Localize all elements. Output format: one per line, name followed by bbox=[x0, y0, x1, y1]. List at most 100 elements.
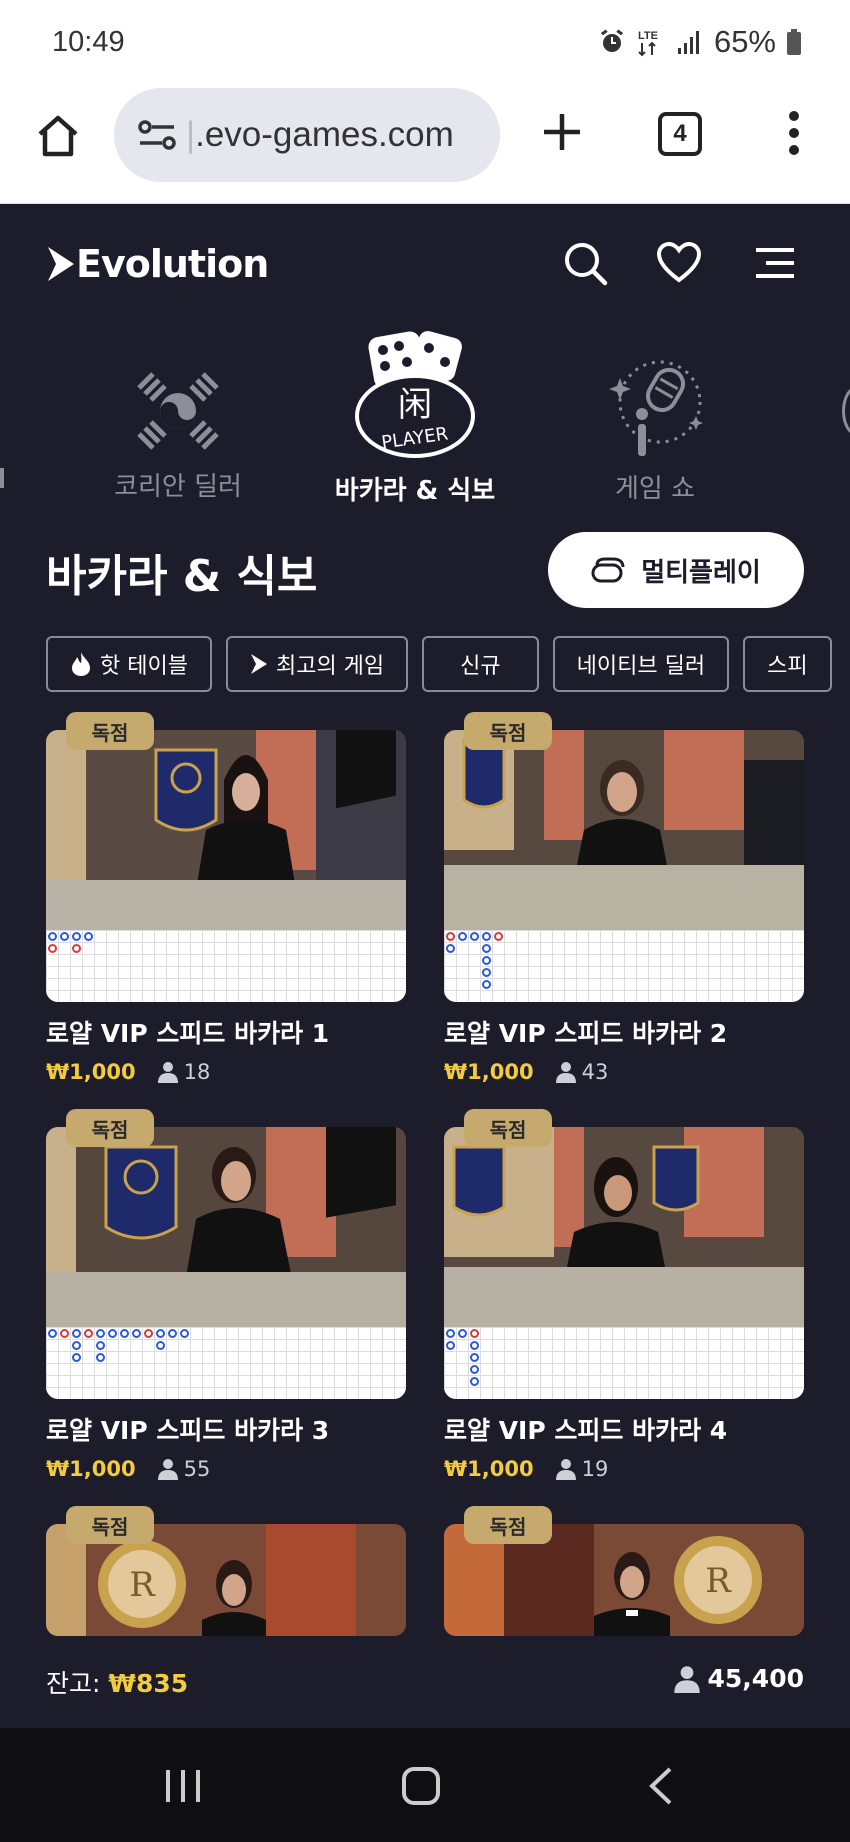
user-icon bbox=[555, 1459, 576, 1480]
back-icon[interactable] bbox=[646, 1766, 676, 1806]
category-carousel[interactable]: 코리안 딜러 闲 PLAYER 바카라 & 식보 게임 쇼 bbox=[0, 320, 850, 508]
category-label: 게임 쇼 bbox=[614, 474, 696, 504]
more-options-icon[interactable] bbox=[786, 110, 802, 156]
evolution-logo[interactable]: Evolution bbox=[46, 242, 269, 286]
next-category-edge bbox=[842, 386, 850, 436]
site-header: Evolution bbox=[0, 204, 850, 320]
dealer-video-image bbox=[444, 730, 804, 930]
baccarat-roadmap bbox=[46, 930, 406, 1002]
svg-text:LTE: LTE bbox=[638, 30, 658, 42]
system-navigation-bar bbox=[0, 1728, 850, 1842]
game-title: 로얄 VIP 스피드 바카라 2 bbox=[444, 1019, 728, 1048]
filter-top-games[interactable]: 최고의 게임 bbox=[225, 636, 409, 692]
baccarat-dice-icon: 闲 PLAYER bbox=[355, 331, 475, 458]
balance-amount: ₩835 bbox=[108, 1669, 189, 1698]
tab-switcher-button[interactable]: 4 bbox=[658, 112, 702, 156]
category-game-show[interactable]: 게임 쇼 bbox=[590, 320, 720, 505]
exclusive-badge: 독점 bbox=[464, 1109, 552, 1147]
new-tab-icon[interactable] bbox=[540, 110, 584, 154]
search-icon[interactable] bbox=[562, 240, 608, 286]
baccarat-roadmap bbox=[444, 1327, 804, 1399]
recent-apps-icon[interactable] bbox=[162, 1766, 204, 1806]
player-count: 43 bbox=[555, 1060, 608, 1084]
microphone-icon bbox=[609, 360, 703, 456]
svg-text:R: R bbox=[705, 1561, 732, 1601]
user-icon bbox=[157, 1062, 178, 1083]
home-icon[interactable] bbox=[34, 112, 82, 160]
section-title: 바카라 & 식보 bbox=[46, 551, 318, 602]
category-baccarat-sicbo[interactable]: 闲 PLAYER 바카라 & 식보 bbox=[330, 320, 500, 507]
user-icon bbox=[673, 1665, 700, 1693]
game-card[interactable]: 독점 R bbox=[444, 1506, 804, 1636]
player-count: 19 bbox=[555, 1457, 608, 1481]
game-title: 로얄 VIP 스피드 바카라 4 bbox=[444, 1416, 728, 1445]
category-label: 바카라 & 식보 bbox=[334, 476, 496, 506]
signal-icon bbox=[677, 31, 699, 54]
game-thumbnail[interactable] bbox=[444, 1127, 804, 1399]
lte-signal-icon: LTE bbox=[638, 30, 658, 57]
filter-new[interactable]: 신규 bbox=[422, 636, 539, 692]
min-bet: ₩1,000 bbox=[444, 1457, 534, 1481]
exclusive-badge: 독점 bbox=[464, 712, 552, 750]
balance-label: 잔고: bbox=[46, 1669, 101, 1698]
game-thumbnail[interactable] bbox=[46, 1127, 406, 1399]
multiplay-button[interactable]: 멀티플레이 bbox=[548, 532, 804, 608]
game-title: 로얄 VIP 스피드 바카라 3 bbox=[46, 1416, 330, 1445]
exclusive-badge: 독점 bbox=[66, 1506, 154, 1544]
filter-hot-tables[interactable]: 핫 테이블 bbox=[46, 636, 212, 692]
status-icons: LTE 65% bbox=[598, 24, 802, 60]
online-count: 45,400 bbox=[707, 1664, 804, 1693]
prev-category-edge bbox=[0, 468, 4, 488]
game-card[interactable]: 독점 R bbox=[46, 1506, 406, 1636]
game-card[interactable]: 독점 로얄 VIP 스피드 바카라 2 ₩1,000 43 bbox=[444, 712, 804, 1084]
game-card[interactable]: 독점 로얄 VIP 스피드 바카라 3 ₩1,000 55 bbox=[46, 1109, 406, 1481]
battery-percent: 65% bbox=[713, 24, 776, 59]
dealer-video-image bbox=[444, 1127, 804, 1327]
favorites-heart-icon[interactable] bbox=[656, 240, 702, 286]
category-korean-dealer[interactable]: 코리안 딜러 bbox=[106, 320, 250, 503]
menu-icon[interactable] bbox=[752, 240, 798, 286]
min-bet: ₩1,000 bbox=[46, 1457, 136, 1481]
home-nav-icon[interactable] bbox=[400, 1766, 442, 1806]
game-meta: ₩1,000 19 bbox=[444, 1457, 804, 1481]
player-count: 55 bbox=[157, 1457, 210, 1481]
browser-toolbar: |.evo-games.com 4 bbox=[0, 88, 850, 204]
game-meta: ₩1,000 18 bbox=[46, 1060, 406, 1084]
filter-chips: 핫 테이블 최고의 게임 신규 네이티브 딜러 스피 bbox=[46, 636, 832, 692]
game-meta: ₩1,000 55 bbox=[46, 1457, 406, 1481]
game-thumbnail[interactable] bbox=[46, 730, 406, 1002]
baccarat-roadmap bbox=[46, 1327, 406, 1399]
game-thumbnail[interactable] bbox=[444, 730, 804, 1002]
status-bar: 10:49 LTE 65% bbox=[0, 0, 850, 88]
game-meta: ₩1,000 43 bbox=[444, 1060, 804, 1084]
exclusive-badge: 독점 bbox=[66, 1109, 154, 1147]
category-label: 코리안 딜러 bbox=[114, 472, 242, 502]
exclusive-badge: 독점 bbox=[464, 1506, 552, 1544]
evolution-mark-icon bbox=[250, 654, 267, 674]
multiplay-icon bbox=[591, 557, 625, 583]
balance: 잔고: ₩835 bbox=[46, 1664, 188, 1700]
dealer-video-image bbox=[46, 730, 406, 930]
battery-icon bbox=[787, 29, 801, 55]
dealer-video-image bbox=[46, 1127, 406, 1327]
game-title: 로얄 VIP 스피드 바카라 1 bbox=[46, 1019, 330, 1048]
user-icon bbox=[157, 1459, 178, 1480]
game-card[interactable]: 독점 로얄 VIP 스피드 바카라 4 ₩1,000 19 bbox=[444, 1109, 804, 1481]
svg-text:R: R bbox=[129, 1565, 156, 1605]
url-text: |.evo-games.com bbox=[186, 115, 454, 154]
game-card[interactable]: 독점 로얄 VIP 스피드 바카라 1 ₩1,000 18 bbox=[46, 712, 406, 1084]
site-settings-icon[interactable] bbox=[136, 114, 178, 156]
alarm-icon bbox=[600, 29, 623, 52]
online-players: 45,400 bbox=[673, 1664, 804, 1693]
korean-flag-icon bbox=[137, 372, 219, 450]
min-bet: ₩1,000 bbox=[444, 1060, 534, 1084]
status-time: 10:49 bbox=[52, 26, 125, 58]
filter-native-dealer[interactable]: 네이티브 딜러 bbox=[552, 636, 730, 692]
baccarat-roadmap bbox=[444, 930, 804, 1002]
player-count: 18 bbox=[157, 1060, 210, 1084]
exclusive-badge: 독점 bbox=[66, 712, 154, 750]
balance-bar: 잔고: ₩835 45,400 bbox=[0, 1638, 850, 1726]
address-bar[interactable]: |.evo-games.com bbox=[114, 88, 500, 182]
user-icon bbox=[555, 1062, 576, 1083]
filter-speed[interactable]: 스피 bbox=[743, 636, 832, 692]
